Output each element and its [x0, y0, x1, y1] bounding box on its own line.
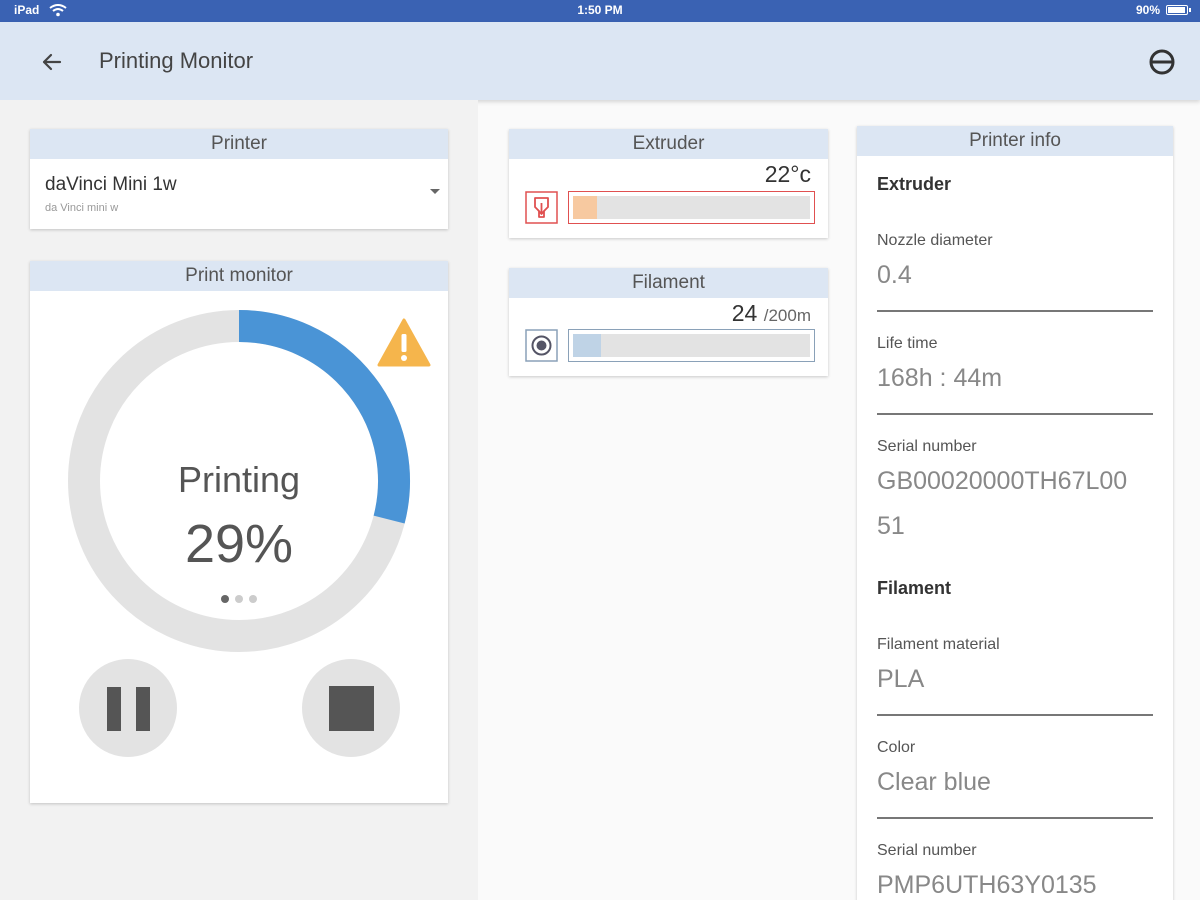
battery-percent: 90%	[1135, 3, 1160, 17]
divider	[877, 310, 1153, 312]
pause-icon	[107, 687, 121, 731]
battery-icon	[1166, 5, 1191, 15]
page-indicator	[30, 595, 448, 603]
circle-minus-icon[interactable]	[1146, 46, 1178, 78]
serial-number-value-line2: 51	[877, 512, 905, 540]
page-dot[interactable]	[249, 595, 257, 603]
nozzle-diameter-label: Nozzle diameter	[877, 232, 993, 249]
pause-button[interactable]	[79, 659, 177, 757]
divider	[877, 817, 1153, 819]
page-dot[interactable]	[221, 595, 229, 603]
filament-material-value: PLA	[877, 665, 925, 693]
stop-icon	[329, 686, 374, 731]
printer-select[interactable]: daVinci Mini 1w da Vinci mini w	[30, 159, 448, 229]
lifetime-label: Life time	[877, 335, 938, 352]
pause-icon-bar	[136, 687, 150, 731]
divider	[877, 714, 1153, 716]
print-monitor-card: Print monitor Printing 29%	[30, 261, 448, 803]
filament-level-bar	[568, 329, 815, 362]
filament-readout: 24 /200m	[732, 300, 811, 327]
printer-name: daVinci Mini 1w	[45, 174, 177, 195]
info-extruder-title: Extruder	[877, 174, 952, 194]
extruder-card: Extruder 22°c	[509, 129, 828, 238]
extruder-temperature: 22°c	[764, 161, 811, 187]
printer-card-header: Printer	[30, 129, 448, 159]
printer-card: Printer daVinci Mini 1w da Vinci mini w	[30, 129, 448, 229]
spool-icon	[525, 329, 558, 362]
filament-material-label: Filament material	[877, 636, 1000, 653]
printer-info-card: Printer info Extruder Nozzle diameter 0.…	[857, 126, 1173, 900]
extruder-temp-fill	[573, 196, 597, 219]
filament-total: /200m	[763, 306, 811, 325]
stop-button[interactable]	[302, 659, 400, 757]
color-label: Color	[877, 739, 916, 756]
printer-info-header: Printer info	[857, 126, 1173, 156]
extruder-card-header: Extruder	[509, 129, 828, 159]
info-filament-title: Filament	[877, 578, 952, 598]
filament-card-header: Filament	[509, 268, 828, 298]
serial-number-value-line1: GB00020000TH67L00	[877, 467, 1128, 495]
arrow-left-icon[interactable]	[36, 46, 68, 78]
filament-level-fill	[573, 334, 602, 357]
print-status: Printing	[177, 459, 301, 500]
filament-serial-label: Serial number	[877, 842, 977, 859]
print-percent: 29%	[184, 514, 294, 574]
divider	[877, 413, 1153, 415]
lifetime-value: 168h : 44m	[877, 364, 1003, 392]
extruder-temp-bar	[568, 191, 815, 224]
serial-number-label: Serial number	[877, 438, 977, 455]
color-value: Clear blue	[877, 768, 991, 796]
nozzle-icon	[525, 191, 558, 224]
page-title: Printing Monitor	[99, 48, 254, 73]
warning-icon[interactable]	[376, 317, 432, 369]
status-bar: iPad 1:50 PM 90%	[0, 0, 1200, 22]
dropdown-caret-icon	[430, 189, 440, 194]
filament-serial-value: PMP6UTH63Y0135	[877, 871, 1097, 899]
nozzle-diameter-value: 0.4	[877, 261, 912, 289]
filament-card: Filament 24 /200m	[509, 268, 828, 376]
print-monitor-header: Print monitor	[30, 261, 448, 291]
app-bar: Printing Monitor	[0, 22, 1200, 100]
clock: 1:50 PM	[577, 3, 623, 17]
filament-used: 24	[731, 300, 758, 326]
page-dot[interactable]	[235, 595, 243, 603]
printer-model: da Vinci mini w	[45, 202, 119, 214]
